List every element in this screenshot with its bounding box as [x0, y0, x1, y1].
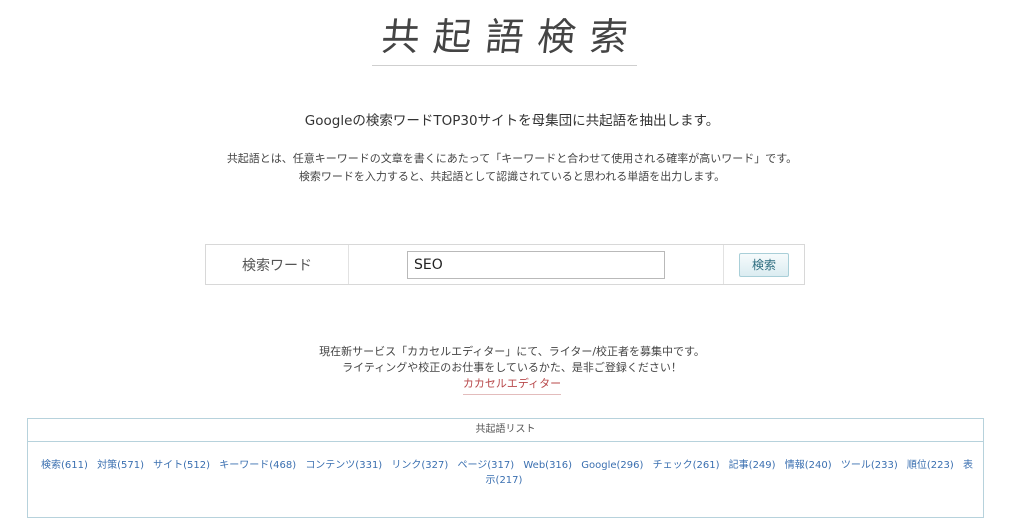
cooccurrence-word-link[interactable]: ツール(233): [841, 460, 898, 471]
description-line-2: 検索ワードを入力すると、共起語として認識されていると思われる単語を出力します。: [298, 170, 726, 183]
promo-notice: 現在新サービス「カカセルエディター」にて、ライター/校正者を募集中です。 ライテ…: [0, 344, 1024, 395]
cooccurrence-word-link[interactable]: Google(296): [581, 460, 643, 471]
cooccurrence-word-link[interactable]: ページ(317): [457, 460, 514, 471]
cooccurrence-word-link[interactable]: キーワード(468): [219, 460, 296, 471]
cooccurrence-list: 検索(611) 対策(571) サイト(512) キーワード(468) コンテン…: [28, 442, 983, 488]
cooccurrence-word-link[interactable]: 記事(249): [729, 460, 776, 471]
search-form: 検索ワード 検索: [205, 244, 805, 285]
page-headline: Googleの検索ワードTOP30サイトを母集団に共起語を抽出します。: [304, 113, 720, 129]
cooccurrence-word-link[interactable]: コンテンツ(331): [305, 460, 382, 471]
description: 共起語とは、任意キーワードの文章を書くにあたって「キーワードと合わせて使用される…: [0, 150, 1024, 186]
search-button-cell: 検索: [724, 245, 804, 284]
cooccurrence-list-header: 共起語リスト: [28, 419, 983, 442]
cooccurrence-word-link[interactable]: サイト(512): [153, 460, 210, 471]
description-line-1: 共起語とは、任意キーワードの文章を書くにあたって「キーワードと合わせて使用される…: [226, 152, 798, 165]
promo-line-1: 現在新サービス「カカセルエディター」にて、ライター/校正者を募集中です。: [319, 345, 705, 358]
cooccurrence-list-panel: 共起語リスト 検索(611) 対策(571) サイト(512) キーワード(46…: [27, 418, 984, 518]
cooccurrence-word-link[interactable]: 順位(223): [907, 460, 954, 471]
cooccurrence-word-link[interactable]: 検索(611): [41, 460, 88, 471]
site-logo: 共起語検索: [379, 15, 644, 59]
cooccurrence-word-link[interactable]: Web(316): [523, 460, 572, 471]
search-input-cell: [349, 245, 724, 284]
kakaseru-editor-link[interactable]: カカセルエディター: [462, 376, 562, 395]
cooccurrence-word-link[interactable]: 対策(571): [97, 460, 144, 471]
search-label: 検索ワード: [206, 245, 349, 284]
search-button[interactable]: 検索: [739, 252, 789, 277]
cooccurrence-word-link[interactable]: 情報(240): [785, 460, 832, 471]
search-input[interactable]: [407, 250, 665, 279]
promo-line-2: ライティングや校正のお仕事をしているかた、是非ご登録ください！: [342, 361, 682, 374]
cooccurrence-word-link[interactable]: リンク(327): [391, 460, 448, 471]
cooccurrence-word-link[interactable]: チェック(261): [653, 460, 720, 471]
logo-divider: [372, 65, 637, 66]
